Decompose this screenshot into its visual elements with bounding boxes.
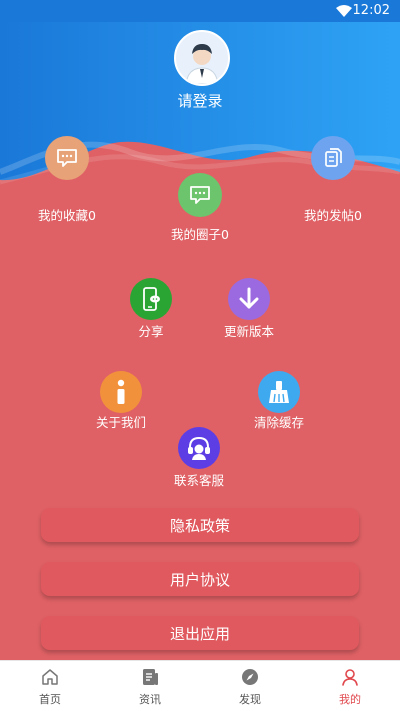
info-icon	[117, 379, 125, 404]
compass-icon	[242, 669, 258, 685]
my-circle-button[interactable]	[178, 173, 222, 217]
status-time: 12:02	[352, 3, 390, 18]
update-label[interactable]: 更新版本	[224, 321, 274, 340]
status-bar: 12:02	[0, 0, 400, 22]
login-text[interactable]: 请登录	[0, 90, 400, 111]
contact-label[interactable]: 联系客服	[174, 470, 224, 489]
share-button[interactable]	[130, 278, 172, 320]
tab-news[interactable]: 资讯	[100, 661, 200, 711]
posts-button[interactable]	[311, 136, 355, 180]
bottom-tab-bar: 首页 资讯 发现 我的	[0, 660, 400, 711]
my-circle-label[interactable]: 我的圈子0	[171, 224, 229, 243]
contact-button[interactable]	[178, 427, 220, 469]
download-arrow-icon	[239, 287, 259, 309]
avatar[interactable]	[174, 30, 230, 86]
about-label[interactable]: 关于我们	[96, 412, 146, 431]
about-button[interactable]	[100, 371, 142, 413]
tab-label: 首页	[39, 693, 61, 706]
chat-bubble-icon	[190, 186, 210, 204]
news-icon	[143, 669, 158, 685]
tab-home[interactable]: 首页	[0, 661, 100, 711]
tab-label-active: 我的	[339, 693, 361, 706]
tab-label: 资讯	[139, 693, 161, 706]
clear-cache-label[interactable]: 清除缓存	[254, 412, 304, 431]
share-phone-icon	[143, 287, 160, 311]
home-icon	[42, 669, 58, 685]
tab-mine[interactable]: 我的	[300, 661, 400, 711]
posts-label[interactable]: 我的发帖0	[304, 205, 362, 224]
user-agreement-button[interactable]: 用户协议	[41, 562, 359, 596]
wifi-icon	[336, 5, 352, 17]
user-icon	[342, 669, 358, 686]
tab-discover[interactable]: 发现	[200, 661, 300, 711]
headset-icon	[188, 436, 210, 460]
favorites-label[interactable]: 我的收藏0	[38, 205, 96, 224]
chat-bubble-icon	[57, 149, 77, 167]
tab-label: 发现	[239, 693, 261, 706]
update-button[interactable]	[228, 278, 270, 320]
share-label[interactable]: 分享	[138, 321, 163, 340]
user-avatar-icon	[176, 32, 228, 84]
document-copy-icon	[325, 148, 342, 167]
favorites-button[interactable]	[45, 136, 89, 180]
clear-cache-button[interactable]	[258, 371, 300, 413]
exit-app-button[interactable]: 退出应用	[41, 616, 359, 650]
privacy-policy-button[interactable]: 隐私政策	[41, 508, 359, 542]
broom-icon	[269, 381, 289, 403]
